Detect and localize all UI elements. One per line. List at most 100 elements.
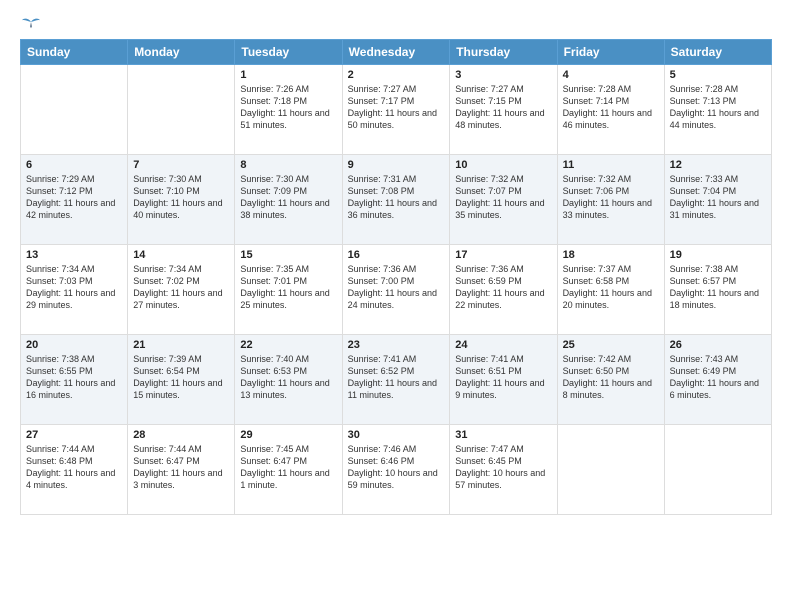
day-number: 9 <box>348 159 445 171</box>
day-number: 7 <box>133 159 229 171</box>
cell-info: Sunrise: 7:29 AMSunset: 7:12 PMDaylight:… <box>26 173 122 222</box>
day-number: 23 <box>348 339 445 351</box>
calendar-header-friday: Friday <box>557 40 664 65</box>
calendar-cell: 30 Sunrise: 7:46 AMSunset: 6:46 PMDayligh… <box>342 425 450 515</box>
calendar-cell <box>664 425 771 515</box>
calendar-header-saturday: Saturday <box>664 40 771 65</box>
calendar-cell: 15 Sunrise: 7:35 AMSunset: 7:01 PMDayligh… <box>235 245 342 335</box>
calendar-cell: 31 Sunrise: 7:47 AMSunset: 6:45 PMDayligh… <box>450 425 557 515</box>
day-number: 17 <box>455 249 551 261</box>
day-number: 22 <box>240 339 336 351</box>
cell-info: Sunrise: 7:27 AMSunset: 7:17 PMDaylight:… <box>348 83 445 132</box>
calendar-cell <box>128 65 235 155</box>
day-number: 6 <box>26 159 122 171</box>
day-number: 27 <box>26 429 122 441</box>
day-number: 8 <box>240 159 336 171</box>
day-number: 31 <box>455 429 551 441</box>
day-number: 30 <box>348 429 445 441</box>
calendar-cell: 13 Sunrise: 7:34 AMSunset: 7:03 PMDayligh… <box>21 245 128 335</box>
cell-info: Sunrise: 7:27 AMSunset: 7:15 PMDaylight:… <box>455 83 551 132</box>
cell-info: Sunrise: 7:44 AMSunset: 6:48 PMDaylight:… <box>26 443 122 492</box>
calendar-header-wednesday: Wednesday <box>342 40 450 65</box>
logo <box>20 15 40 29</box>
calendar-table: SundayMondayTuesdayWednesdayThursdayFrid… <box>20 39 772 515</box>
cell-info: Sunrise: 7:43 AMSunset: 6:49 PMDaylight:… <box>670 353 766 402</box>
calendar-cell: 6 Sunrise: 7:29 AMSunset: 7:12 PMDaylight… <box>21 155 128 245</box>
cell-info: Sunrise: 7:32 AMSunset: 7:06 PMDaylight:… <box>563 173 659 222</box>
cell-info: Sunrise: 7:47 AMSunset: 6:45 PMDaylight:… <box>455 443 551 492</box>
page: SundayMondayTuesdayWednesdayThursdayFrid… <box>0 0 792 612</box>
calendar-cell: 20 Sunrise: 7:38 AMSunset: 6:55 PMDayligh… <box>21 335 128 425</box>
cell-info: Sunrise: 7:39 AMSunset: 6:54 PMDaylight:… <box>133 353 229 402</box>
day-number: 15 <box>240 249 336 261</box>
calendar-cell: 21 Sunrise: 7:39 AMSunset: 6:54 PMDayligh… <box>128 335 235 425</box>
calendar-cell <box>557 425 664 515</box>
day-number: 5 <box>670 69 766 81</box>
calendar-cell: 18 Sunrise: 7:37 AMSunset: 6:58 PMDayligh… <box>557 245 664 335</box>
cell-info: Sunrise: 7:46 AMSunset: 6:46 PMDaylight:… <box>348 443 445 492</box>
calendar-cell: 25 Sunrise: 7:42 AMSunset: 6:50 PMDayligh… <box>557 335 664 425</box>
day-number: 10 <box>455 159 551 171</box>
day-number: 13 <box>26 249 122 261</box>
calendar-week-3: 13 Sunrise: 7:34 AMSunset: 7:03 PMDayligh… <box>21 245 772 335</box>
day-number: 16 <box>348 249 445 261</box>
day-number: 25 <box>563 339 659 351</box>
day-number: 18 <box>563 249 659 261</box>
day-number: 21 <box>133 339 229 351</box>
calendar-cell: 22 Sunrise: 7:40 AMSunset: 6:53 PMDayligh… <box>235 335 342 425</box>
cell-info: Sunrise: 7:34 AMSunset: 7:03 PMDaylight:… <box>26 263 122 312</box>
calendar-cell: 12Sunrise: 7:33 AMSunset: 7:04 PMDayligh… <box>664 155 771 245</box>
cell-info: Sunrise: 7:30 AMSunset: 7:10 PMDaylight:… <box>133 173 229 222</box>
calendar-cell: 14 Sunrise: 7:34 AMSunset: 7:02 PMDayligh… <box>128 245 235 335</box>
calendar-cell: 17 Sunrise: 7:36 AMSunset: 6:59 PMDayligh… <box>450 245 557 335</box>
calendar-header-thursday: Thursday <box>450 40 557 65</box>
calendar-week-5: 27 Sunrise: 7:44 AMSunset: 6:48 PMDayligh… <box>21 425 772 515</box>
calendar-cell: 24 Sunrise: 7:41 AMSunset: 6:51 PMDayligh… <box>450 335 557 425</box>
calendar-header-tuesday: Tuesday <box>235 40 342 65</box>
calendar-week-4: 20 Sunrise: 7:38 AMSunset: 6:55 PMDayligh… <box>21 335 772 425</box>
calendar-week-2: 6 Sunrise: 7:29 AMSunset: 7:12 PMDaylight… <box>21 155 772 245</box>
cell-info: Sunrise: 7:34 AMSunset: 7:02 PMDaylight:… <box>133 263 229 312</box>
day-number: 19 <box>670 249 766 261</box>
calendar-header-monday: Monday <box>128 40 235 65</box>
calendar-cell: 28Sunrise: 7:44 AMSunset: 6:47 PMDayligh… <box>128 425 235 515</box>
calendar-cell: 2 Sunrise: 7:27 AMSunset: 7:17 PMDaylight… <box>342 65 450 155</box>
calendar-cell: 1Sunrise: 7:26 AMSunset: 7:18 PMDaylight… <box>235 65 342 155</box>
day-number: 2 <box>348 69 445 81</box>
day-number: 14 <box>133 249 229 261</box>
header <box>20 15 772 29</box>
cell-info: Sunrise: 7:40 AMSunset: 6:53 PMDaylight:… <box>240 353 336 402</box>
cell-info: Sunrise: 7:41 AMSunset: 6:52 PMDaylight:… <box>348 353 445 402</box>
day-number: 20 <box>26 339 122 351</box>
cell-info: Sunrise: 7:37 AMSunset: 6:58 PMDaylight:… <box>563 263 659 312</box>
day-number: 4 <box>563 69 659 81</box>
cell-info: Sunrise: 7:30 AMSunset: 7:09 PMDaylight:… <box>240 173 336 222</box>
day-number: 24 <box>455 339 551 351</box>
calendar-cell <box>21 65 128 155</box>
logo-bird-icon <box>22 15 40 29</box>
calendar-cell: 7 Sunrise: 7:30 AMSunset: 7:10 PMDaylight… <box>128 155 235 245</box>
cell-info: Sunrise: 7:28 AMSunset: 7:14 PMDaylight:… <box>563 83 659 132</box>
calendar-cell: 29Sunrise: 7:45 AMSunset: 6:47 PMDayligh… <box>235 425 342 515</box>
cell-info: Sunrise: 7:31 AMSunset: 7:08 PMDaylight:… <box>348 173 445 222</box>
calendar-cell: 23 Sunrise: 7:41 AMSunset: 6:52 PMDayligh… <box>342 335 450 425</box>
calendar-cell: 19Sunrise: 7:38 AMSunset: 6:57 PMDayligh… <box>664 245 771 335</box>
calendar-header-sunday: Sunday <box>21 40 128 65</box>
cell-info: Sunrise: 7:36 AMSunset: 6:59 PMDaylight:… <box>455 263 551 312</box>
day-number: 29 <box>240 429 336 441</box>
cell-info: Sunrise: 7:32 AMSunset: 7:07 PMDaylight:… <box>455 173 551 222</box>
calendar-cell: 26 Sunrise: 7:43 AMSunset: 6:49 PMDayligh… <box>664 335 771 425</box>
calendar-cell: 4 Sunrise: 7:28 AMSunset: 7:14 PMDaylight… <box>557 65 664 155</box>
cell-info: Sunrise: 7:41 AMSunset: 6:51 PMDaylight:… <box>455 353 551 402</box>
cell-info: Sunrise: 7:38 AMSunset: 6:55 PMDaylight:… <box>26 353 122 402</box>
cell-info: Sunrise: 7:42 AMSunset: 6:50 PMDaylight:… <box>563 353 659 402</box>
calendar-cell: 5 Sunrise: 7:28 AMSunset: 7:13 PMDaylight… <box>664 65 771 155</box>
calendar-cell: 9 Sunrise: 7:31 AMSunset: 7:08 PMDaylight… <box>342 155 450 245</box>
cell-info: Sunrise: 7:28 AMSunset: 7:13 PMDaylight:… <box>670 83 766 132</box>
calendar-cell: 27 Sunrise: 7:44 AMSunset: 6:48 PMDayligh… <box>21 425 128 515</box>
day-number: 26 <box>670 339 766 351</box>
cell-info: Sunrise: 7:44 AMSunset: 6:47 PMDaylight:… <box>133 443 229 492</box>
calendar-week-1: 1Sunrise: 7:26 AMSunset: 7:18 PMDaylight… <box>21 65 772 155</box>
cell-info: Sunrise: 7:35 AMSunset: 7:01 PMDaylight:… <box>240 263 336 312</box>
calendar-cell: 8 Sunrise: 7:30 AMSunset: 7:09 PMDaylight… <box>235 155 342 245</box>
